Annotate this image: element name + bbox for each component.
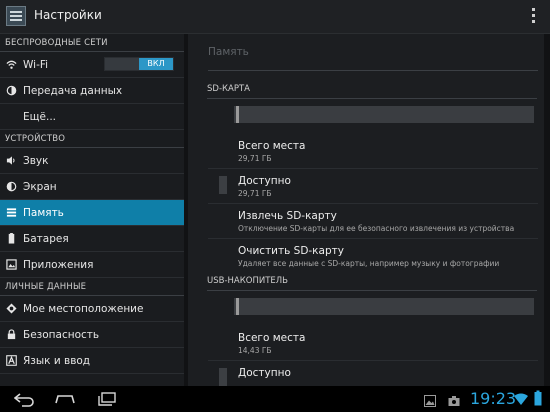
wifi-icon [6,60,17,69]
section-header-usb-storage: USB-НАКОПИТЕЛЬ [207,276,537,291]
app-title: Настройки [34,8,102,22]
sd-available-swatch [219,176,227,194]
sidebar-item-label: Передача данных [23,85,123,97]
storage-detail-pane: Память SD-КАРТА Всего места 29,71 ГБ Дос… [184,34,550,386]
sidebar-item-language[interactable]: Язык и ввод [0,348,184,374]
eject-sd-card-button[interactable]: Извлечь SD-карту Отключение SD-карты для… [238,210,538,233]
title-divider [208,70,538,71]
sidebar-item-data-usage[interactable]: Передача данных [0,78,184,104]
sd-total-value: 29,71 ГБ [238,154,272,163]
usb-usage-marker [236,298,239,315]
sidebar-item-location[interactable]: Мое местоположение [0,296,184,322]
lock-icon [7,329,16,340]
sidebar-item-label: Память [23,207,64,219]
sidebar-item-label: Ещё... [23,111,56,123]
sd-total-label: Всего места [238,140,306,152]
sidebar-item-label: Приложения [23,259,94,271]
sd-available-label: Доступно [238,175,291,187]
eject-sd-subtitle: Отключение SD-карты для ее безопасного и… [238,224,515,233]
sidebar-item-storage[interactable]: Память [0,200,184,226]
sidebar-item-label: Безопасность [23,329,100,341]
action-bar: Настройки [0,0,550,34]
data-usage-icon [6,85,17,96]
sidebar-item-apps[interactable]: Приложения [0,252,184,278]
usb-available-swatch [219,368,227,386]
sidebar-item-wifi[interactable]: Wi-Fi ВКЛ [0,52,184,78]
wifi-toggle-on-label: ВКЛ [139,58,173,70]
usb-total-label: Всего места [238,332,306,344]
sidebar-item-more[interactable]: Ещё... [0,104,184,130]
sound-icon [6,156,15,165]
language-icon [6,355,17,366]
home-icon[interactable] [54,391,76,407]
clear-sd-card-button[interactable]: Очистить SD-карту Удаляет все данные с S… [238,245,538,268]
sidebar-item-label: Wi-Fi [23,59,49,71]
usb-available-row: Доступно [238,367,538,379]
section-header-personal: ЛИЧНЫЕ ДАННЫЕ [0,278,184,296]
page-title: Память [208,46,249,58]
gallery-notification-icon[interactable] [424,393,436,409]
sd-available-value: 29,71 ГБ [238,189,272,198]
wifi-signal-icon [514,393,528,405]
row-divider [208,360,538,361]
system-nav-bar: 19:23 [0,386,550,412]
storage-icon [6,208,17,217]
sidebar-item-label: Звук [23,155,49,167]
sidebar-item-battery[interactable]: Батарея [0,226,184,252]
sidebar-item-label: Экран [23,181,57,193]
sidebar-item-label: Батарея [23,233,69,245]
sidebar-item-label: Мое местоположение [23,303,144,315]
row-divider [208,238,538,239]
section-header-device: УСТРОЙСТВО [0,130,184,148]
battery-status-icon [534,390,542,406]
usb-total-space-row: Всего места 14,43 ГБ [238,332,538,355]
row-divider [208,168,538,169]
row-divider [208,203,538,204]
location-icon [6,303,17,314]
overflow-menu-icon[interactable] [532,8,536,24]
status-clock[interactable]: 19:23 [470,389,516,408]
battery-icon [8,233,15,244]
storage-panel: Память SD-КАРТА Всего места 29,71 ГБ Дос… [188,34,544,386]
section-header-wireless: БЕСПРОВОДНЫЕ СЕТИ [0,34,184,52]
camera-notification-icon[interactable] [448,393,460,409]
settings-app-icon[interactable] [6,6,26,26]
settings-sidebar: БЕСПРОВОДНЫЕ СЕТИ Wi-Fi ВКЛ Передача дан… [0,34,184,386]
usb-usage-bar [234,298,534,315]
usb-available-label: Доступно [238,367,291,379]
section-header-sd-card: SD-КАРТА [207,84,537,99]
eject-sd-title: Извлечь SD-карту [238,210,337,222]
sidebar-item-security[interactable]: Безопасность [0,322,184,348]
display-icon [6,181,17,192]
wifi-toggle[interactable]: ВКЛ [104,57,174,71]
sidebar-item-sound[interactable]: Звук [0,148,184,174]
sidebar-item-display[interactable]: Экран [0,174,184,200]
sd-available-row: Доступно 29,71 ГБ [238,175,538,198]
sd-usage-marker [236,106,239,123]
usb-total-value: 14,43 ГБ [238,346,272,355]
sd-usage-bar [234,106,534,123]
sidebar-item-label: Язык и ввод [23,355,91,367]
back-icon[interactable] [14,391,36,407]
clear-sd-title: Очистить SD-карту [238,245,344,257]
recent-apps-icon[interactable] [96,391,118,407]
apps-icon [6,259,17,270]
clear-sd-subtitle: Удаляет все данные с SD-карты, например … [238,259,500,268]
sd-total-space-row: Всего места 29,71 ГБ [238,140,538,163]
